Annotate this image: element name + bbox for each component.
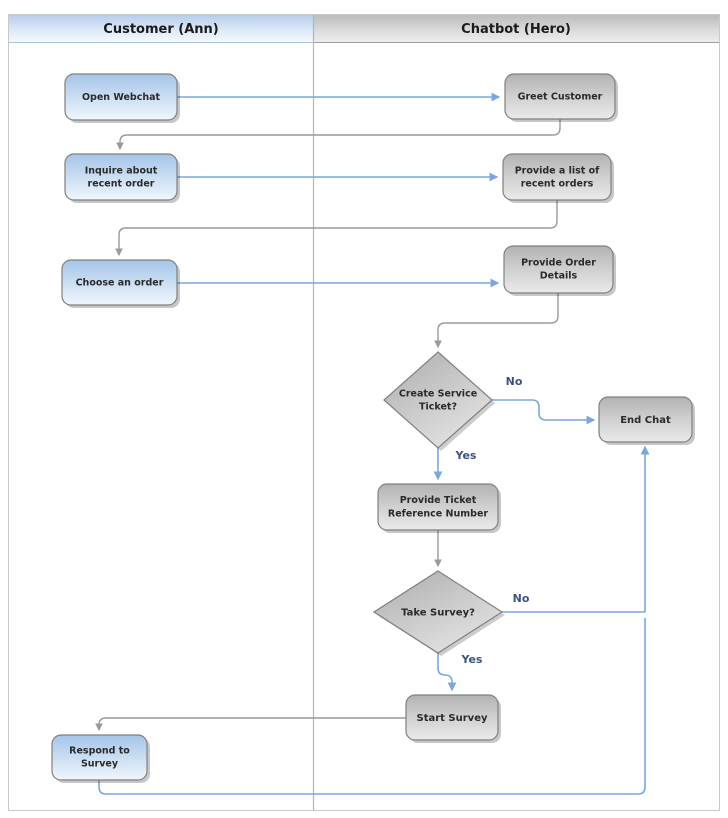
node-provide-ticket-reference-number[interactable]: Provide Ticket Reference Number <box>377 483 501 533</box>
flowchart-canvas: Customer (Ann) Chatbot (Hero) End Chat (… <box>0 0 728 818</box>
node-label-end-chat: End Chat <box>620 415 671 426</box>
node-label-ticket-reference-line1: Provide Ticket <box>400 495 477 506</box>
node-respond-to-survey[interactable]: Respond to Survey <box>51 734 150 783</box>
node-label-provide-order-details-line2: Details <box>540 271 578 282</box>
edge-label-create-ticket-yes: Yes <box>455 449 477 462</box>
node-open-webchat[interactable]: Open Webchat <box>64 73 180 123</box>
lane-header-chatbot: Chatbot (Hero) <box>313 15 719 43</box>
node-label-provide-list-line2: recent orders <box>521 179 594 190</box>
node-start-survey[interactable]: Start Survey <box>405 694 501 743</box>
node-label-greet-customer: Greet Customer <box>518 92 603 103</box>
node-label-start-survey: Start Survey <box>417 713 488 724</box>
node-provide-order-details[interactable]: Provide Order Details <box>503 245 616 296</box>
node-label-choose-an-order: Choose an order <box>76 278 164 289</box>
node-label-inquire-recent-order-line1: Inquire about <box>85 166 158 177</box>
node-label-ticket-reference-line2: Reference Number <box>388 509 488 520</box>
node-inquire-recent-order[interactable]: Inquire about recent order <box>64 153 180 203</box>
node-label-open-webchat: Open Webchat <box>82 92 161 103</box>
lane-header-customer: Customer (Ann) <box>9 15 313 43</box>
node-label-create-service-ticket-line2: Ticket? <box>419 402 457 413</box>
lane-title-customer: Customer (Ann) <box>103 22 218 37</box>
node-choose-an-order[interactable]: Choose an order <box>61 259 180 308</box>
edge-label-take-survey-no: No <box>513 592 530 605</box>
node-greet-customer[interactable]: Greet Customer <box>504 73 618 122</box>
node-end-chat[interactable]: End Chat <box>598 396 695 445</box>
node-label-provide-order-details-line1: Provide Order <box>521 258 596 269</box>
lane-title-chatbot: Chatbot (Hero) <box>461 22 571 37</box>
node-label-provide-list-line1: Provide a list of <box>515 166 600 177</box>
edge-label-take-survey-yes: Yes <box>461 653 483 666</box>
node-label-respond-to-survey-line2: Survey <box>81 759 119 770</box>
edge-label-create-ticket-no: No <box>506 375 523 388</box>
node-label-take-survey: Take Survey? <box>401 608 475 619</box>
node-label-create-service-ticket-line1: Create Service <box>399 389 477 400</box>
node-label-inquire-recent-order-line2: recent order <box>88 179 155 190</box>
node-provide-list-recent-orders[interactable]: Provide a list of recent orders <box>502 153 614 203</box>
node-label-respond-to-survey-line1: Respond to <box>69 746 130 757</box>
